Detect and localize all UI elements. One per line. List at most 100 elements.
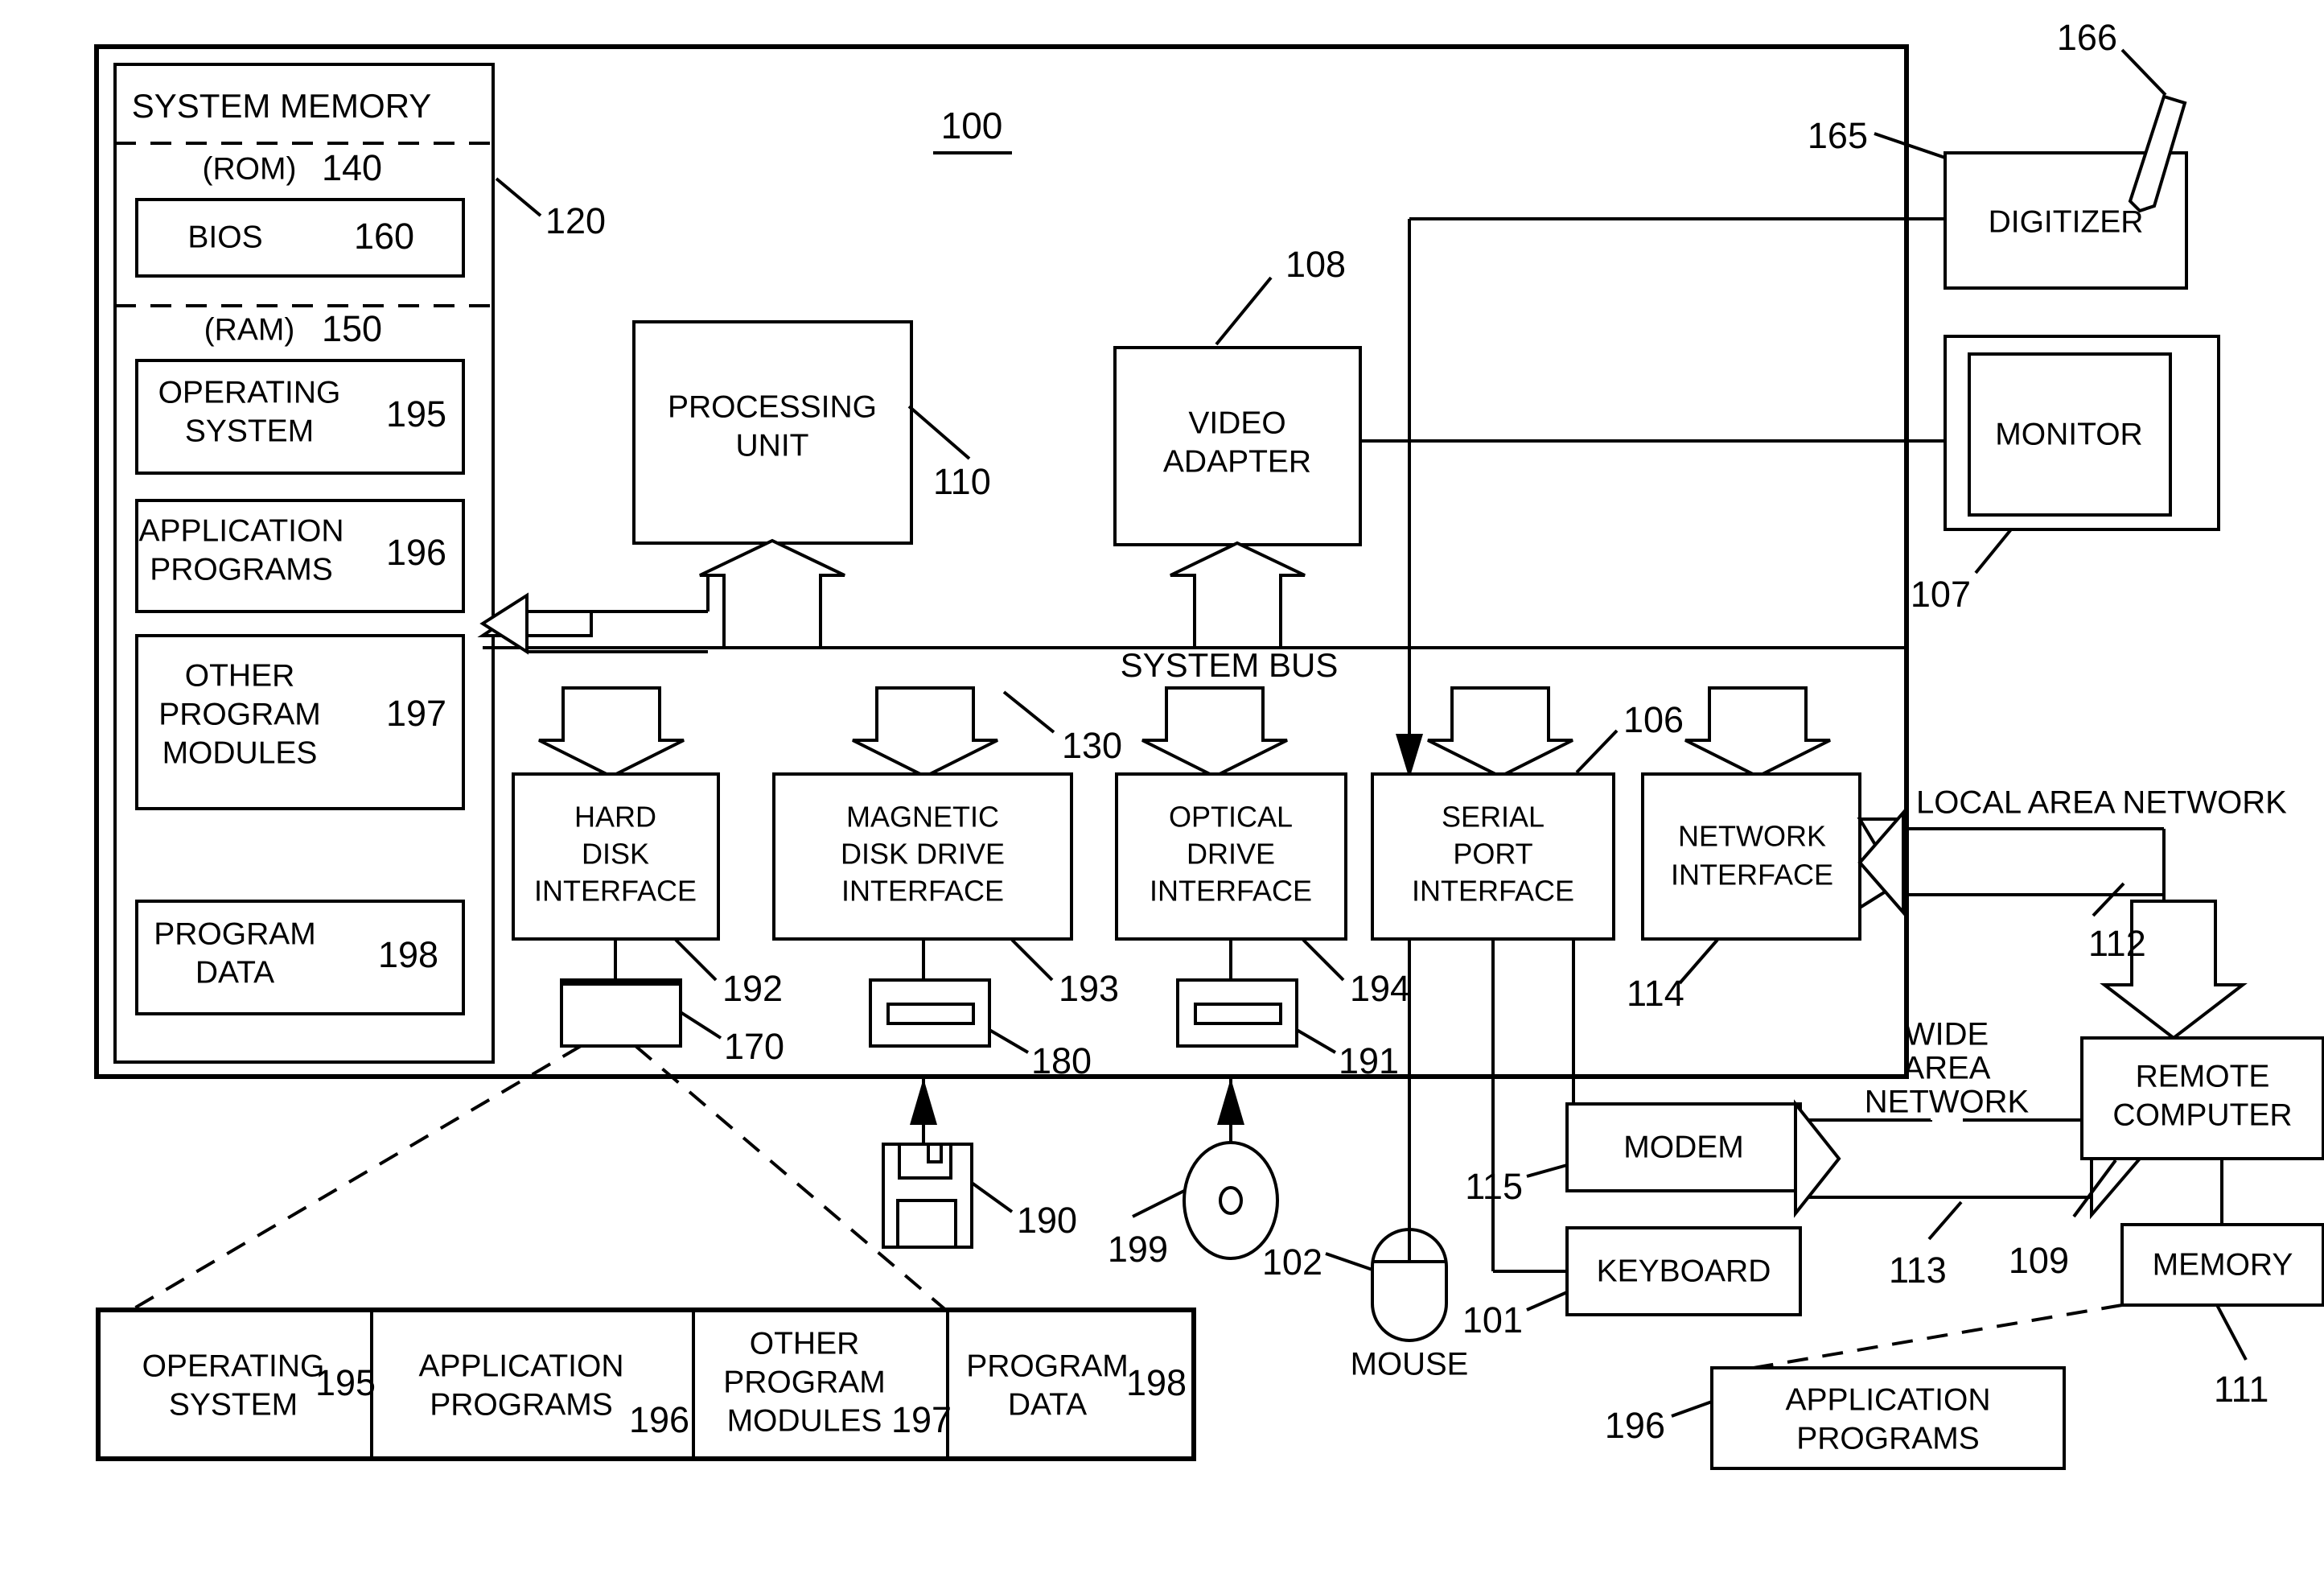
mouse-label: MOUSE	[1351, 1347, 1469, 1382]
detail-program-data-line1: PROGRAM	[966, 1349, 1129, 1383]
ref-190: 190	[1017, 1200, 1077, 1241]
rom-label: (ROM)	[203, 151, 297, 186]
lan-arrow-to-remote	[2100, 900, 2248, 1040]
ref-102: 102	[1262, 1242, 1322, 1283]
ref-113: 113	[1889, 1250, 1947, 1291]
other-program-modules-line3: MODULES	[162, 735, 318, 770]
leader-101	[1526, 1291, 1568, 1312]
optical-drive-slot	[1194, 1003, 1282, 1025]
floppy-shutter-notch	[927, 1143, 943, 1163]
bios-label: BIOS	[187, 220, 262, 254]
remote-computer-line1: REMOTE	[2136, 1059, 2270, 1093]
detail-operating-system-line1: OPERATING	[142, 1349, 325, 1383]
detail-other-program-modules-line1: OTHER	[750, 1326, 860, 1361]
ref-130: 130	[1062, 725, 1122, 766]
digitizer-label: DIGITIZER	[1989, 204, 2144, 239]
remote-expansion-line	[1753, 1303, 2123, 1369]
monitor-label: MONITOR	[1995, 417, 2142, 451]
application-programs-label-line1: APPLICATION	[138, 513, 343, 548]
other-program-modules-ref: 197	[386, 693, 446, 734]
ref-114: 114	[1627, 973, 1684, 1014]
ram-ref: 150	[322, 308, 382, 349]
remote-app-programs-line1: APPLICATION	[1785, 1382, 1990, 1417]
optical-drive-interface-line1: OPTICAL	[1169, 801, 1293, 834]
lan-label: LOCAL AREA NETWORK	[1916, 785, 2287, 821]
detail-operating-system-line2: SYSTEM	[169, 1387, 298, 1422]
floppy-link-arrowhead	[910, 1078, 937, 1125]
hard-disk-drive-icon	[560, 978, 682, 1048]
wan-label-line1: WIDE	[1905, 1017, 1989, 1052]
ref-180: 180	[1031, 1040, 1092, 1081]
detail-operating-system-ref: 195	[315, 1362, 376, 1403]
system-memory-title: SYSTEM MEMORY	[132, 87, 432, 125]
leader-166	[2120, 48, 2167, 97]
ref-165: 165	[1808, 115, 1868, 156]
network-interface-line2: INTERFACE	[1671, 859, 1833, 892]
serial-port-interface-line1: SERIAL	[1442, 801, 1545, 834]
ref-199: 199	[1108, 1229, 1168, 1270]
ref-192: 192	[722, 968, 783, 1009]
hard-disk-interface-line2: DISK	[582, 838, 649, 871]
disc-link-arrowhead	[1217, 1078, 1244, 1125]
magnetic-disk-interface-line2: DISK DRIVE	[841, 838, 1005, 871]
diagram-svg: 100 SYSTEM MEMORY (ROM) 140 BIOS 160 120…	[94, 17, 2324, 1470]
leader-102	[1325, 1252, 1373, 1271]
keyboard-label: KEYBOARD	[1597, 1254, 1771, 1288]
other-program-modules-line1: OTHER	[185, 658, 295, 693]
application-programs-label-line2: PROGRAMS	[150, 552, 333, 587]
remote-app-programs-line2: PROGRAMS	[1796, 1421, 1980, 1456]
ref-109: 109	[2009, 1240, 2069, 1281]
processing-unit-line2: UNIT	[736, 428, 809, 463]
ref-110: 110	[933, 461, 991, 502]
ref-106: 106	[1623, 699, 1684, 740]
bios-box	[135, 198, 465, 278]
hard-disk-interface-line1: HARD	[574, 801, 656, 834]
other-program-modules-line2: PROGRAM	[158, 697, 321, 731]
leader-112	[2092, 882, 2125, 917]
program-data-line2: DATA	[195, 955, 274, 990]
detail-program-data-line2: DATA	[1008, 1387, 1087, 1422]
ref-115: 115	[1465, 1166, 1523, 1207]
magnetic-disk-slot	[886, 1003, 975, 1025]
ref-108: 108	[1285, 244, 1346, 285]
system-bus-label: SYSTEM BUS	[1121, 646, 1339, 684]
bios-ref: 160	[354, 216, 414, 257]
magnetic-disk-interface-line3: INTERFACE	[841, 875, 1004, 908]
detail-other-program-modules-ref: 197	[891, 1399, 952, 1440]
ref-107: 107	[1911, 574, 1971, 615]
detail-application-programs-line2: PROGRAMS	[430, 1387, 613, 1422]
ref-112: 112	[2088, 923, 2146, 964]
leader-113	[1927, 1200, 1963, 1241]
application-programs-ref: 196	[386, 532, 446, 573]
detail-other-program-modules-line3: MODULES	[727, 1403, 882, 1438]
floppy-shutter	[898, 1143, 952, 1180]
detail-program-data-ref: 198	[1126, 1362, 1187, 1403]
leader-199	[1132, 1189, 1185, 1218]
leader-190	[970, 1181, 1014, 1213]
detail-other-program-modules-line2: PROGRAM	[723, 1365, 886, 1399]
wan-label-line3: NETWORK	[1865, 1085, 2030, 1120]
figure-number: 100	[941, 105, 1003, 146]
processing-unit-line1: PROCESSING	[668, 389, 877, 424]
ref-120: 120	[545, 200, 606, 241]
video-adapter-line1: VIDEO	[1188, 406, 1285, 440]
video-adapter-line2: ADAPTER	[1163, 444, 1311, 479]
leader-remote-196	[1671, 1400, 1713, 1418]
ram-label: (RAM)	[204, 312, 295, 347]
operating-system-ref: 195	[386, 393, 446, 434]
operating-system-label-line1: OPERATING	[158, 375, 341, 410]
program-data-ref: 198	[378, 934, 438, 975]
patent-figure-canvas: 100 SYSTEM MEMORY (ROM) 140 BIOS 160 120…	[0, 0, 2324, 1569]
ref-111: 111	[2214, 1369, 2268, 1410]
remote-memory-label: MEMORY	[2153, 1247, 2293, 1282]
magnetic-disk-interface-line1: MAGNETIC	[846, 801, 999, 834]
serial-port-interface-line3: INTERFACE	[1412, 875, 1574, 908]
hard-disk-interface-line3: INTERFACE	[534, 875, 697, 908]
serial-port-interface-line2: PORT	[1453, 838, 1532, 871]
ref-191: 191	[1339, 1040, 1399, 1081]
expansion-line-left	[127, 1044, 582, 1313]
leader-107	[1974, 528, 2013, 574]
network-interface-line1: NETWORK	[1678, 820, 1826, 853]
leader-111	[2215, 1304, 2248, 1361]
optical-drive-interface-line3: INTERFACE	[1150, 875, 1312, 908]
